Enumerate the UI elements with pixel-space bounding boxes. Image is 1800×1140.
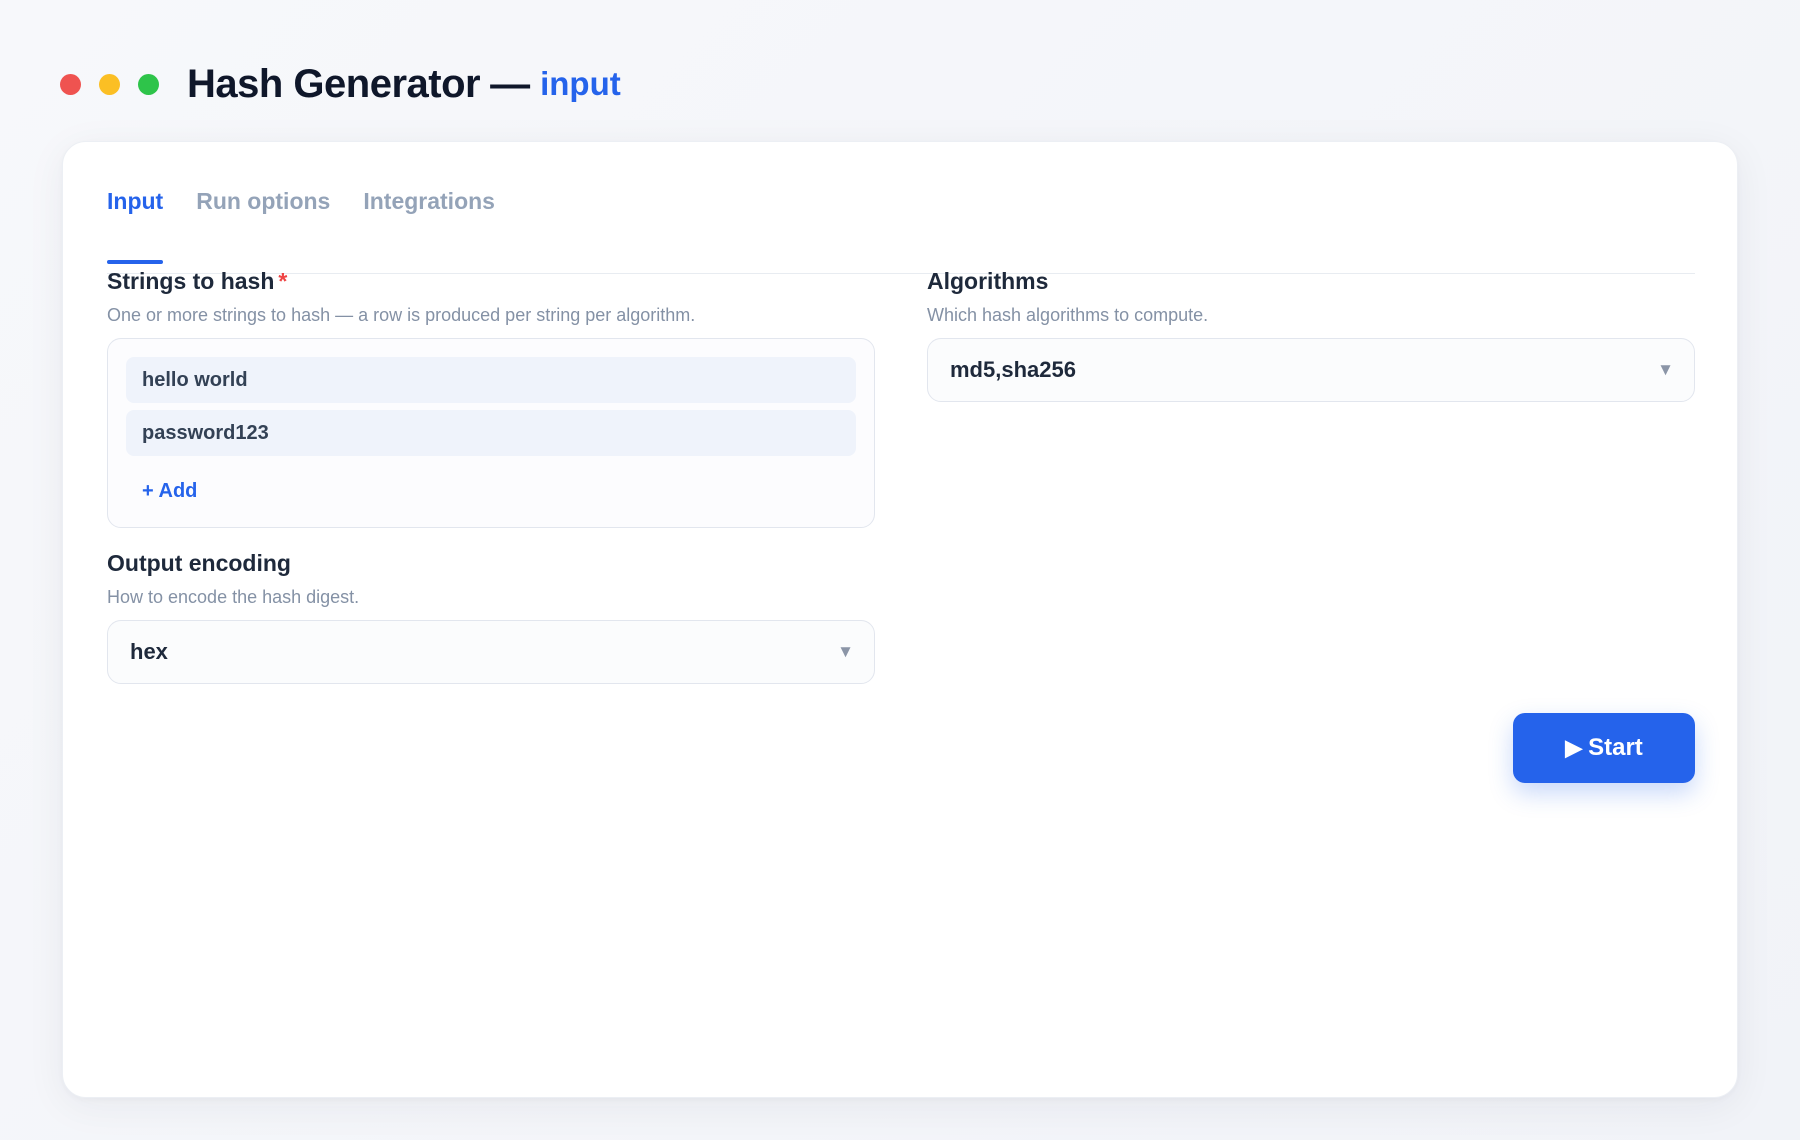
main-card: Input Run options Integrations Strings t… — [62, 141, 1738, 1098]
algorithms-label: Algorithms — [927, 268, 1049, 294]
algorithms-value: md5,sha256 — [950, 357, 1076, 382]
encoding-label: Output encoding — [107, 550, 291, 576]
strings-label-text: Strings to hash — [107, 268, 275, 294]
algorithms-select[interactable]: md5,sha256 ▼ — [927, 338, 1695, 402]
title-separator: — — [490, 61, 531, 106]
window-titlebar: Hash Generator — input — [60, 58, 621, 110]
minimize-window-icon[interactable] — [99, 73, 120, 95]
close-window-icon[interactable] — [60, 73, 81, 95]
app-title: Hash Generator — [187, 61, 481, 106]
strings-hint: One or more strings to hash — a row is p… — [107, 305, 696, 325]
string-item-hello-world[interactable]: hello world — [126, 357, 856, 403]
maximize-window-icon[interactable] — [138, 73, 159, 95]
chevron-down-icon: ▼ — [837, 642, 854, 661]
encoding-value: hex — [130, 639, 168, 664]
app-subtitle: input — [540, 65, 621, 102]
encoding-field: Output encoding How to encode the hash d… — [107, 550, 875, 684]
string-item-password123[interactable]: password123 — [126, 410, 856, 456]
tab-run-options[interactable]: Run options — [196, 176, 330, 270]
start-button[interactable]: ▶ Start — [1513, 713, 1695, 783]
play-icon: ▶ — [1565, 735, 1583, 760]
tab-bar: Input Run options Integrations — [107, 176, 1695, 274]
strings-list: hello world password123 + Add — [107, 338, 875, 528]
chevron-down-icon: ▼ — [1657, 360, 1674, 379]
strings-label: Strings to hash * — [107, 268, 875, 295]
algorithms-hint: Which hash algorithms to compute. — [927, 305, 1209, 325]
encoding-select[interactable]: hex ▼ — [107, 620, 875, 684]
algorithms-field: Algorithms Which hash algorithms to comp… — [927, 268, 1695, 402]
required-marker: * — [278, 268, 288, 294]
tab-integrations[interactable]: Integrations — [363, 176, 495, 270]
strings-field: Strings to hash * One or more strings to … — [107, 268, 875, 528]
encoding-hint: How to encode the hash digest. — [107, 587, 360, 607]
add-string-button[interactable]: + Add — [142, 480, 197, 503]
tab-input[interactable]: Input — [107, 176, 164, 270]
start-label: Start — [1588, 734, 1643, 761]
